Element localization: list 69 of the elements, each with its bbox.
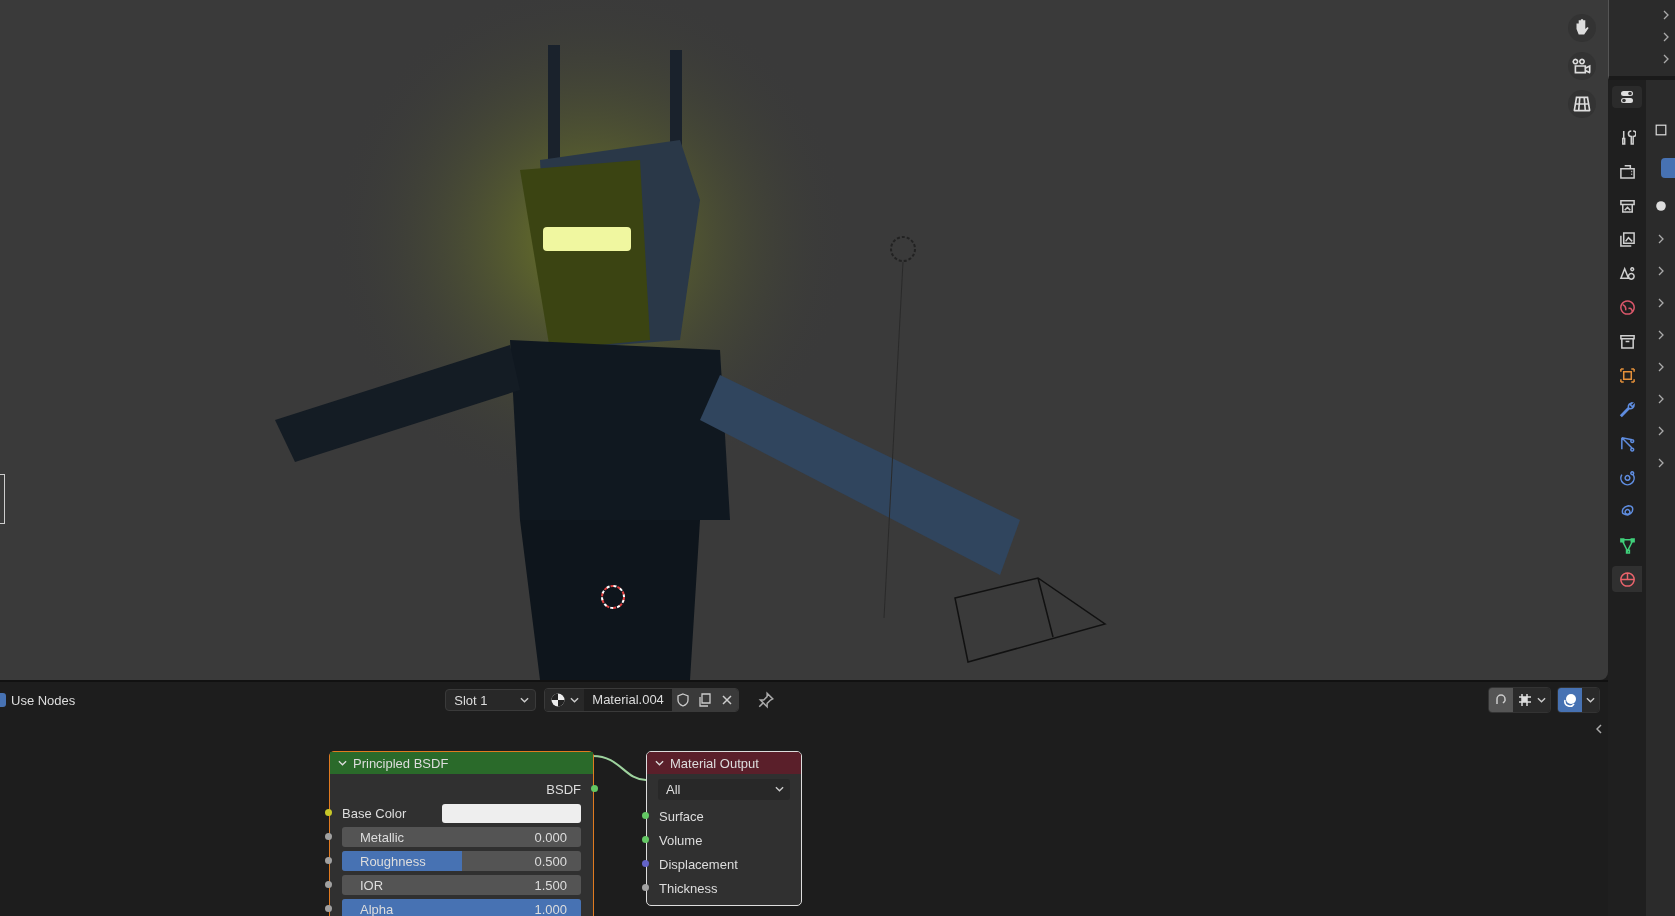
socket-label: Surface bbox=[659, 808, 704, 824]
globe-icon bbox=[1618, 298, 1636, 316]
value-slider[interactable]: Roughness 0.500 bbox=[342, 851, 581, 871]
chevron-right-icon[interactable] bbox=[1657, 330, 1664, 340]
snap-grid-dropdown[interactable] bbox=[1513, 688, 1550, 712]
node-title: Material Output bbox=[670, 755, 759, 771]
value-slider[interactable]: IOR 1.500 bbox=[342, 875, 581, 895]
overlays-dropdown[interactable] bbox=[1582, 688, 1599, 712]
slot-dropdown[interactable]: Slot 1 bbox=[445, 689, 537, 711]
editor-type-dropdown[interactable] bbox=[1612, 86, 1642, 108]
camera-icon[interactable] bbox=[1568, 52, 1596, 80]
color-swatch[interactable] bbox=[442, 803, 581, 823]
socket-label: Base Color bbox=[342, 805, 408, 821]
material-sphere-icon bbox=[1654, 200, 1667, 212]
chevron-right-icon[interactable] bbox=[1663, 10, 1669, 20]
caret-icon bbox=[1586, 697, 1595, 703]
orbit-icon bbox=[1618, 468, 1636, 486]
hand-icon[interactable] bbox=[1568, 14, 1596, 42]
socket-label: Displacement bbox=[659, 856, 738, 872]
chevron-right-icon[interactable] bbox=[1657, 298, 1664, 308]
3d-cursor-icon bbox=[601, 585, 625, 609]
chevron-right-icon[interactable] bbox=[1663, 32, 1669, 42]
value-slider[interactable]: Metallic 0.000 bbox=[342, 827, 581, 847]
caret-icon[interactable] bbox=[655, 760, 664, 766]
chevron-right-icon[interactable] bbox=[1657, 362, 1664, 372]
caret-icon bbox=[520, 697, 530, 703]
chevron-right-icon[interactable] bbox=[1657, 426, 1664, 436]
wrench-icon bbox=[1618, 400, 1636, 418]
output-socket[interactable] bbox=[591, 785, 598, 792]
input-socket[interactable] bbox=[642, 860, 649, 867]
node-title: Principled BSDF bbox=[353, 755, 449, 771]
socket-label: Volume bbox=[659, 832, 703, 848]
caret-icon[interactable] bbox=[338, 760, 347, 766]
node-link bbox=[592, 755, 647, 781]
input-socket[interactable] bbox=[642, 812, 649, 819]
region-toggle-tab[interactable] bbox=[0, 474, 5, 524]
grid-icon[interactable] bbox=[1568, 90, 1596, 118]
input-socket[interactable] bbox=[325, 905, 332, 912]
chevron-right-icon[interactable] bbox=[1657, 394, 1664, 404]
input-socket[interactable] bbox=[325, 809, 332, 816]
pin-icon[interactable] bbox=[756, 691, 775, 709]
chevron-right-icon[interactable] bbox=[1657, 266, 1664, 276]
snap-toggle-button[interactable] bbox=[1489, 688, 1513, 712]
camera-back-icon bbox=[1618, 162, 1636, 180]
chevron-right-icon[interactable] bbox=[1657, 458, 1664, 468]
toggle-switch[interactable] bbox=[1661, 158, 1675, 178]
toggles-icon bbox=[1619, 89, 1635, 105]
input-socket[interactable] bbox=[325, 881, 332, 888]
target-dropdown[interactable]: All bbox=[658, 778, 790, 800]
caret-icon bbox=[1537, 697, 1546, 703]
overlays-toggle-button[interactable] bbox=[1558, 688, 1582, 712]
chevron-right-icon[interactable] bbox=[1657, 234, 1664, 244]
overlay-circles-icon bbox=[1562, 692, 1578, 708]
grid-icon bbox=[1517, 692, 1533, 708]
box-icon bbox=[1618, 332, 1636, 350]
input-socket[interactable] bbox=[325, 857, 332, 864]
image-stack-icon bbox=[1618, 230, 1636, 248]
input-socket[interactable] bbox=[642, 884, 649, 891]
socket-label: BSDF bbox=[546, 781, 581, 797]
shapes-icon bbox=[1618, 264, 1636, 282]
caret-icon bbox=[775, 786, 784, 792]
square-icon bbox=[1654, 124, 1667, 136]
input-socket[interactable] bbox=[325, 833, 332, 840]
triangle-mesh-icon bbox=[1618, 536, 1636, 554]
input-socket[interactable] bbox=[642, 836, 649, 843]
value-slider[interactable]: Alpha 1.000 bbox=[342, 899, 581, 916]
socket-label: Thickness bbox=[659, 880, 718, 896]
chevron-right-icon[interactable] bbox=[1663, 54, 1669, 64]
particles-icon bbox=[1618, 434, 1636, 452]
